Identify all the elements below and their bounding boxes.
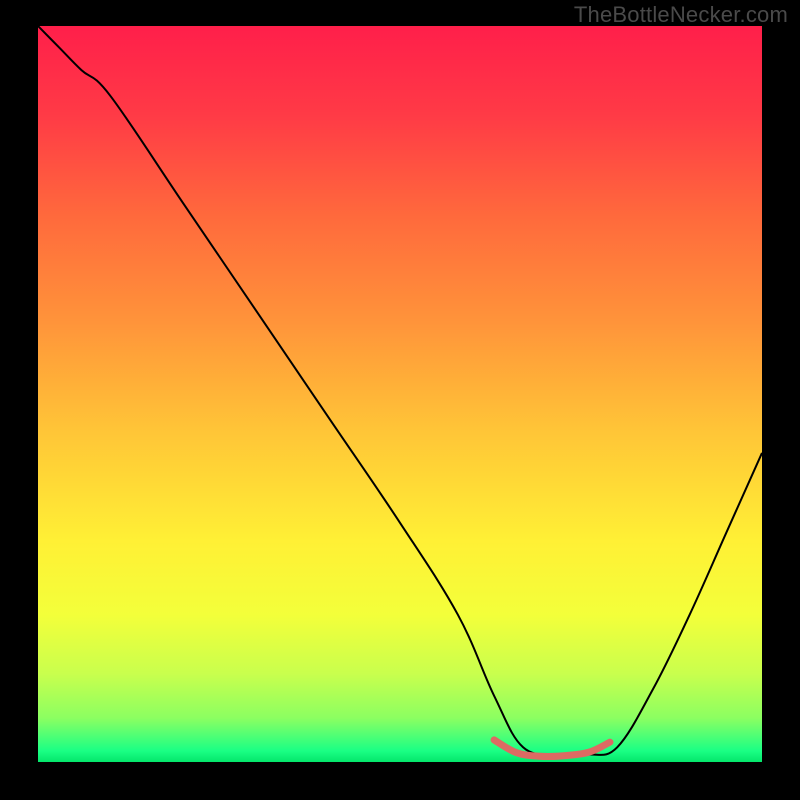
chart-background-gradient bbox=[38, 26, 762, 762]
chart-svg bbox=[38, 26, 762, 762]
watermark-text: TheBottleNecker.com bbox=[574, 2, 788, 28]
chart-frame: TheBottleNecker.com bbox=[0, 0, 800, 800]
chart-plot-area bbox=[38, 26, 762, 762]
